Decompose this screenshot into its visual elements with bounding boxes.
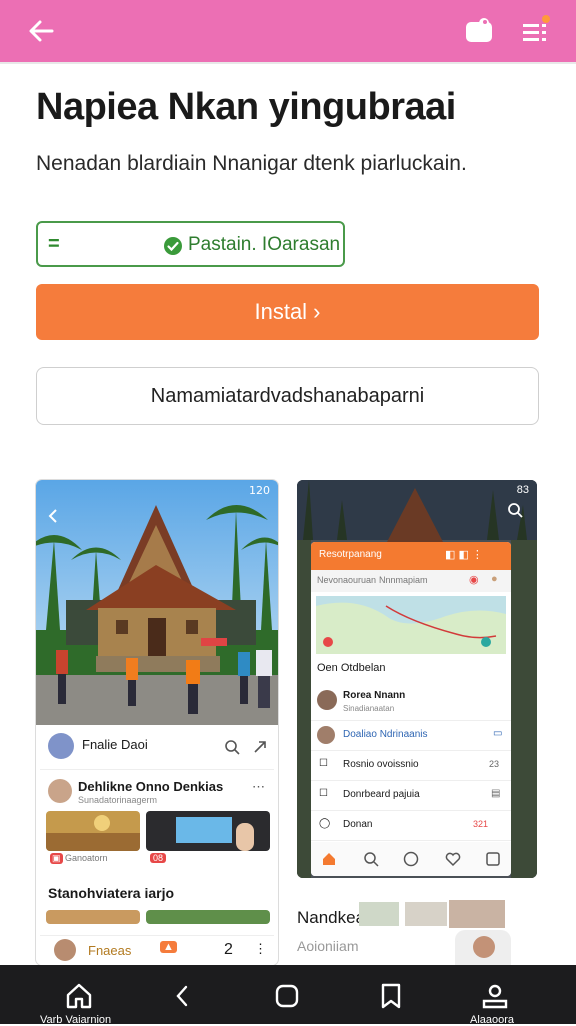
footer-name: Fnaeas [88, 943, 132, 958]
row-avatar [317, 690, 337, 710]
count-badge: 08 [150, 853, 167, 863]
card-divider [40, 769, 274, 770]
card-header-name: Fnalie Daoi [82, 737, 148, 752]
status-bar: 83 [516, 484, 529, 496]
footer-more-icon[interactable]: ⋮ [254, 941, 267, 957]
panel-row[interactable]: Doaliao Ndrinaanis ▭ [311, 720, 511, 751]
panel-section-title: Oen Otdbelan [317, 662, 386, 674]
row-avatar [317, 726, 335, 744]
floating-avatar[interactable] [455, 930, 511, 966]
app-header [0, 0, 576, 62]
profile-icon[interactable] [485, 851, 501, 867]
panel-tabbar [311, 842, 511, 876]
search-field-b[interactable]: Nnnmapiam [379, 575, 428, 585]
app-panel: Resotrpanang ◧ ◧ ⋮ Nevonaouruan Nnnmapia… [311, 542, 511, 876]
share-icon[interactable] [252, 739, 268, 755]
row-icon: ◯ [319, 818, 331, 829]
card-header: Fnalie Daoi [46, 731, 268, 761]
nav-label-home: Varb Vaiarnion [40, 1014, 112, 1026]
pin-icon[interactable]: ◉ [469, 573, 479, 586]
row-icon: ☐ [319, 758, 328, 769]
partial-thumb-1 [359, 902, 399, 926]
avatar: ● [491, 573, 498, 585]
panel-row[interactable]: ☐ Rosnio ovoissnio 23 [311, 750, 511, 781]
panel-header-icons[interactable]: ◧ ◧ ⋮ [445, 548, 483, 561]
panel-row[interactable]: ☐ Donrbeard pajuia ▤ [311, 780, 511, 811]
check-circle-icon [164, 237, 182, 255]
flag-icon[interactable]: ▲ [160, 941, 177, 953]
panel-header: Resotrpanang ◧ ◧ ⋮ [311, 542, 511, 570]
row-num: 23 [489, 759, 500, 769]
verified-tag: = Pastain. IOarasan [36, 221, 345, 267]
partial-thumb-3 [449, 900, 505, 928]
panel-row[interactable]: ◯ Donan 321 [311, 810, 511, 841]
badge-icon: ▣ [50, 853, 63, 864]
profile-icon[interactable] [480, 981, 510, 1011]
search-icon[interactable] [507, 502, 523, 518]
partial-title: Nandkea [297, 908, 366, 927]
panel-row[interactable]: Rorea Nnann Sinadianaatan [311, 680, 511, 721]
arrow-left-icon[interactable] [26, 16, 56, 46]
partial-thumb-2 [405, 902, 447, 926]
partial-subtitle: Aoioniiam [297, 938, 359, 954]
partial-preview: Nandkea Aoioniiam [297, 898, 537, 966]
row-label: Doaliao Ndrinaanis [343, 729, 428, 740]
status-bar: 120 [249, 484, 270, 497]
feed-card: Fnalie Daoi Dehlikne Onno Denkias Sunada… [40, 725, 274, 965]
map-view[interactable] [316, 596, 506, 654]
temple-photo [36, 480, 278, 725]
bookmark-icon[interactable] [376, 981, 406, 1011]
row-label: Donan [343, 819, 373, 830]
avatar [48, 733, 74, 759]
search-icon[interactable] [224, 739, 240, 755]
search-icon[interactable] [363, 851, 379, 867]
chevron-left-icon[interactable] [168, 981, 198, 1011]
tag-label: Pastain. IOarasan [188, 234, 341, 255]
header-divider [0, 62, 576, 64]
tag-symbol: = [48, 233, 60, 255]
search-field-a[interactable]: Nevonaouruan [317, 575, 376, 585]
post-title: Dehlikne Onno Denkias [78, 779, 224, 794]
preview-screenshot-2[interactable]: 83 Resotrpanang ◧ ◧ ⋮ Nevonaouruan Nnnma… [297, 480, 537, 878]
install-button[interactable]: Instal › [36, 284, 539, 340]
footer-avatar [54, 939, 76, 961]
post-image-right[interactable] [146, 811, 270, 851]
row-label: Rorea Nnann [343, 690, 406, 701]
badge1-label: Ganoatorn [65, 853, 108, 863]
section-title: Stanohviatera iarjo [48, 885, 175, 901]
edit-icon[interactable]: ▤ [491, 788, 500, 799]
chat-icon[interactable]: ▭ [493, 728, 502, 739]
avatar [473, 936, 495, 958]
home-icon[interactable] [64, 981, 94, 1011]
row-label: Rosnio ovoissnio [343, 759, 419, 770]
heart-icon[interactable] [445, 851, 461, 867]
preview-screenshot-1[interactable]: 120 Fnalie Daoi Dehlikne Onno Denkias Su… [36, 480, 278, 965]
panel-search-row: Nevonaouruan Nnnmapiam ◉ ● [311, 570, 511, 592]
nav-label-profile: Alaaoora [470, 1014, 515, 1026]
post-badge: ▣ Ganoatorn [50, 853, 108, 864]
menu-list-icon[interactable] [520, 14, 550, 46]
page-title: Napiea Nkan yingubraai [36, 86, 456, 128]
post-image-left[interactable] [46, 811, 140, 851]
row-icon: ☐ [319, 788, 328, 799]
post-subtitle: Sunadatorinaagerm [78, 795, 158, 805]
compass-icon[interactable] [403, 851, 419, 867]
page-subtitle: Nenadan blardiain Nnanigar dtenk piarluc… [36, 152, 467, 175]
more-icon[interactable]: ⋯ [252, 779, 265, 795]
card-divider-2 [40, 935, 274, 936]
footer-number: 2 [224, 941, 233, 958]
post-avatar [48, 779, 72, 803]
row-sub: Sinadianaatan [343, 704, 395, 713]
panel-title: Resotrpanang [319, 549, 382, 560]
home-icon[interactable] [321, 851, 337, 867]
section-image-left[interactable] [46, 910, 140, 924]
square-icon[interactable] [272, 981, 302, 1011]
row-num: 321 [473, 819, 489, 829]
secondary-button[interactable]: Namamiatardvadshanabaparni [36, 367, 539, 425]
row-label: Donrbeard pajuia [343, 789, 420, 800]
section-image-right[interactable] [146, 910, 270, 924]
bottom-nav: Varb Vaiarnion Alaaoora [0, 965, 576, 1026]
chat-bubble-icon[interactable] [464, 14, 496, 46]
